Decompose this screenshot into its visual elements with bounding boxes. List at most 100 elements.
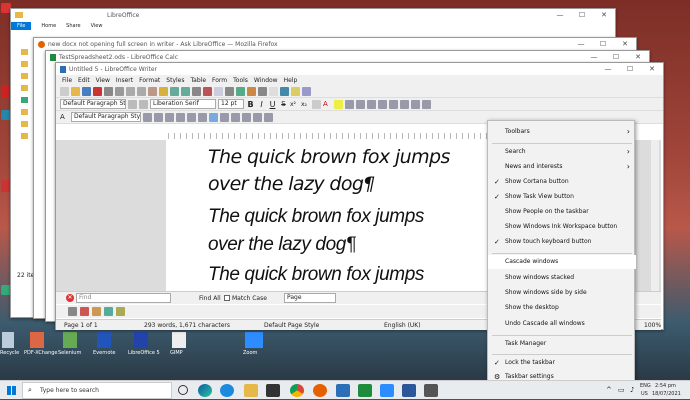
edge-icon[interactable] [198,384,212,397]
app-icon[interactable] [424,384,438,397]
menu-touch[interactable]: ✓ Show touch keyboard button [488,235,636,249]
tab-share[interactable]: Share [66,23,80,29]
print-icon[interactable] [104,86,113,96]
menu-toolbars[interactable]: Toolbars › [488,125,636,139]
search-box[interactable]: ⌕ Type here to search [22,382,172,399]
menu-edit[interactable]: Edit [78,77,90,84]
firefox-titlebar[interactable]: new docx not opening full screen in writ… [34,38,636,50]
app-icon[interactable] [172,332,186,348]
folder-icon[interactable] [21,73,28,79]
menu-form[interactable]: Form [212,77,227,84]
close-icon[interactable]: ✕ [614,38,636,50]
store-icon[interactable] [266,384,280,397]
print-preview-icon[interactable] [115,86,124,96]
cut-icon[interactable] [126,86,135,96]
save-icon[interactable] [82,86,91,96]
task-view-icon[interactable] [178,385,188,395]
text-style-icon[interactable] [220,112,229,122]
menu-cascade[interactable]: Cascade windows [488,255,636,269]
clock-date[interactable]: 18/07/2021 [652,390,681,399]
writer-titlebar[interactable]: Untitled 5 - LibreOffice Writer — ☐ ✕ [56,63,663,75]
menu-side-by-side[interactable]: Show windows side by side [488,286,636,300]
numbering-icon[interactable] [400,99,409,109]
underline-icon[interactable]: U [268,100,277,109]
font-name-combo[interactable]: Liberation Serif [150,99,216,109]
shape-icon[interactable] [116,307,125,316]
menu-format[interactable]: Format [139,77,160,84]
chrome-icon[interactable] [290,384,304,397]
app-icon[interactable] [402,384,416,397]
menu-news[interactable]: News and interests › [488,160,636,174]
export-pdf-icon[interactable] [93,86,102,96]
justify-icon[interactable] [378,99,387,109]
folder-icon[interactable] [21,49,28,55]
network-icon[interactable]: ▭ [618,386,625,394]
start-button[interactable] [0,381,22,400]
menu-window[interactable]: Window [254,77,278,84]
folder-icon[interactable] [21,121,28,127]
chevron-up-icon[interactable]: ^ [606,386,612,394]
menu-taskview[interactable]: ✓ Show Task View button [488,190,636,204]
recycle-icon[interactable] [2,332,14,348]
spelling-icon[interactable] [203,86,212,96]
curve-icon[interactable] [92,307,101,316]
align-center-icon[interactable] [356,99,365,109]
navigate-by-combo[interactable]: Page [284,293,336,303]
minimize-icon[interactable]: — [597,63,619,75]
menu-people[interactable]: Show People on the taskbar [488,205,636,219]
close-icon[interactable]: ✕ [641,63,663,75]
close-find-icon[interactable]: ✕ [66,294,74,302]
new-style-icon[interactable] [128,99,137,109]
line-icon[interactable] [80,307,89,316]
style-a-icon[interactable]: A [60,113,69,121]
subscript-icon[interactable]: x₂ [301,101,310,108]
folder-icon[interactable] [21,97,28,103]
paragraph-style-combo-2[interactable]: Default Paragraph Style [71,112,141,122]
text-style-icon[interactable] [231,112,240,122]
outdent-icon[interactable] [422,99,431,109]
align-left-icon[interactable] [345,99,354,109]
paragraph-style-combo[interactable]: Default Paragraph Style [60,99,126,109]
edge-icon[interactable] [220,384,234,397]
menu-search[interactable]: Search › [488,145,636,159]
undo-icon[interactable] [170,86,179,96]
pdf-icon[interactable] [30,332,44,348]
menu-show-desktop[interactable]: Show the desktop [488,301,636,315]
update-style-icon[interactable] [139,99,148,109]
calc-icon[interactable] [358,384,372,397]
bullets-icon[interactable] [389,99,398,109]
text-style-icon[interactable] [143,112,152,122]
clone-icon[interactable] [159,86,168,96]
menu-lock-taskbar[interactable]: ✓ Lock the taskbar [488,356,636,370]
copy-icon[interactable] [137,86,146,96]
menu-cortana[interactable]: ✓ Show Cortana button [488,175,636,189]
text-style-icon[interactable] [198,112,207,122]
tab-home[interactable]: Home [41,23,56,29]
maximize-icon[interactable]: ☐ [592,38,614,50]
table-icon[interactable] [225,86,234,96]
menu-insert[interactable]: Insert [116,77,133,84]
tab-view[interactable]: View [91,23,103,29]
menu-file[interactable]: File [62,77,72,84]
folder-icon[interactable] [244,384,258,397]
word-count[interactable]: 293 words, 1,671 characters [144,321,230,330]
menu-table[interactable]: Table [191,77,207,84]
strikethrough-icon[interactable]: S [279,100,288,108]
minimize-icon[interactable]: — [570,38,592,50]
menu-styles[interactable]: Styles [166,77,184,84]
special-char-icon[interactable] [269,86,278,96]
page-style[interactable]: Default Page Style [264,321,319,330]
folder-icon[interactable] [21,133,28,139]
image-icon[interactable] [236,86,245,96]
align-right-icon[interactable] [367,99,376,109]
indent-icon[interactable] [411,99,420,109]
open-icon[interactable] [71,86,80,96]
paste-icon[interactable] [148,86,157,96]
superscript-icon[interactable]: x² [290,101,299,108]
text-style-icon[interactable] [176,112,185,122]
menu-task-manager[interactable]: Task Manager [488,337,636,351]
firefox-icon[interactable] [313,384,327,397]
font-size-combo[interactable]: 12 pt [218,99,244,109]
app-icon[interactable] [97,332,111,348]
text-style-icon[interactable] [165,112,174,122]
